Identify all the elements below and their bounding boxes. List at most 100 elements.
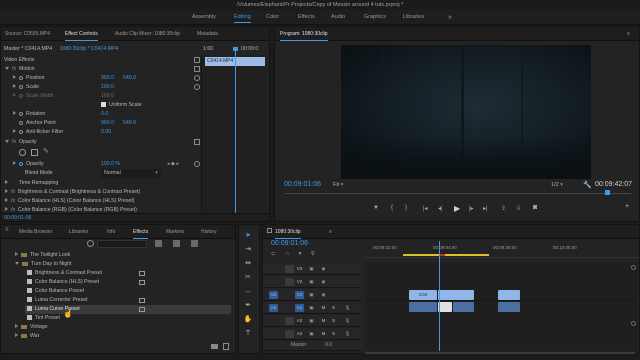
workspace-editing[interactable]: Editing <box>234 10 251 25</box>
video-clip[interactable] <box>498 290 520 300</box>
reset-scale-icon[interactable] <box>194 84 200 90</box>
program-panel-menu[interactable]: ≡ <box>627 27 630 41</box>
step-back-icon[interactable]: ◂| <box>438 205 443 212</box>
sync-lock-icon[interactable]: ▣ <box>307 330 316 338</box>
mute-button[interactable]: M <box>319 330 328 338</box>
type-tool-icon[interactable]: T <box>243 329 253 339</box>
go-to-out-icon[interactable]: ▸| <box>483 205 488 212</box>
go-to-in-icon[interactable]: |◂ <box>423 205 428 212</box>
eye-icon[interactable]: ◉ <box>319 265 328 273</box>
effects-preset-tint[interactable]: Tint Preset <box>27 314 227 323</box>
uniform-scale-row[interactable]: Uniform Scale <box>101 101 142 110</box>
track-name-v1[interactable]: V1 <box>295 291 304 299</box>
workspace-assembly[interactable]: Assembly <box>192 10 216 25</box>
track-name-a1[interactable]: A1 <box>295 304 304 312</box>
tab-audio-clip-mixer[interactable]: Audio Clip Mixer: 1080:30clip <box>115 27 180 41</box>
microphone-icon[interactable]: 🎙 <box>343 317 352 325</box>
tab-libraries[interactable]: Libraries <box>69 225 88 239</box>
workspace-audio[interactable]: Audio <box>331 10 345 25</box>
timeline-ruler[interactable]: 00:08:32:00 00:09:04:00 00:09:36:00 00:1… <box>365 240 639 258</box>
wrench-icon[interactable]: 🔧 <box>583 181 592 189</box>
reset-opacity-icon[interactable] <box>194 139 200 145</box>
track-target-v2[interactable] <box>285 278 294 286</box>
panel-menu-icon[interactable]: ≡ <box>5 227 9 233</box>
audio-clip[interactable] <box>453 302 474 312</box>
brightness-contrast-row[interactable]: fx Brightness & Contrast (Brightness & Co… <box>5 188 140 197</box>
pen-tool-icon[interactable]: ✒ <box>243 301 253 311</box>
effects-folder-twilight[interactable]: The Twilight Look <box>15 251 225 260</box>
horizontal-scrollbar[interactable] <box>365 352 635 354</box>
reset-opacity-value-icon[interactable] <box>194 161 200 167</box>
workspace-libraries[interactable]: Libraries <box>403 10 424 25</box>
sync-lock-icon[interactable]: ▣ <box>307 265 316 273</box>
timeline-playhead[interactable] <box>439 241 440 351</box>
sync-lock-icon[interactable]: ▣ <box>307 304 316 312</box>
blend-mode-dropdown[interactable]: Normal ▾ <box>101 169 161 178</box>
export-frame-icon[interactable]: ◙ <box>533 204 537 211</box>
32bit-effects-icon[interactable] <box>173 240 180 247</box>
tab-effects[interactable]: Effects <box>133 225 149 239</box>
tab-sequence[interactable]: 1080:30clip <box>275 225 301 239</box>
vertical-zoom-handle[interactable] <box>631 265 636 270</box>
tab-program[interactable]: Program: 1080:30clip <box>280 27 328 41</box>
eye-icon[interactable]: ◉ <box>319 278 328 286</box>
new-bin-icon[interactable] <box>211 344 218 349</box>
effects-folder-vintage[interactable]: Vintage <box>15 323 225 332</box>
keyframe-nav-icons[interactable]: ◂ ◆ ▸ <box>167 160 179 169</box>
step-forward-icon[interactable]: |▸ <box>469 205 474 212</box>
razor-tool-icon[interactable]: ✂ <box>243 273 253 283</box>
effects-preset-luma-curve[interactable]: Luma Curve Preset <box>25 305 231 314</box>
solo-button[interactable]: S <box>329 304 338 312</box>
play-icon[interactable]: ▶ <box>454 204 460 213</box>
tab-info[interactable]: Info <box>107 225 115 239</box>
video-preview[interactable] <box>341 45 591 179</box>
audio-clip[interactable] <box>498 302 520 312</box>
delete-icon[interactable] <box>223 343 229 350</box>
search-icon[interactable] <box>87 240 94 247</box>
effect-controls-timecode[interactable]: 00:09:01:06 <box>4 214 31 222</box>
video-clip[interactable] <box>438 290 474 300</box>
close-sequence-icon[interactable] <box>267 228 272 233</box>
resolution-dropdown[interactable]: 1/2 ▾ <box>551 182 563 188</box>
selection-tool-icon[interactable]: ➤ <box>243 231 253 241</box>
tab-markers[interactable]: Markers <box>166 225 184 239</box>
mark-out-icon[interactable]: } <box>405 205 407 211</box>
effects-preset-color-balance[interactable]: Color Balance Preset <box>27 287 227 296</box>
track-target-a2[interactable] <box>285 317 294 325</box>
sync-lock-icon[interactable]: ▣ <box>307 291 316 299</box>
filter-icon[interactable] <box>194 57 200 63</box>
fit-dropdown[interactable]: Fit ▾ <box>333 182 343 188</box>
effects-preset-brightness-contrast[interactable]: Brightness & Contrast Preset <box>27 269 227 278</box>
tab-history[interactable]: History <box>201 225 217 239</box>
program-scrubber[interactable] <box>285 193 631 194</box>
tab-source[interactable]: Source: C0595.MP4 <box>5 27 50 41</box>
sync-lock-icon[interactable]: ▣ <box>307 317 316 325</box>
audio-clip-selected[interactable] <box>438 302 452 312</box>
effects-preset-luma-corrector[interactable]: Luma Corrector Preset <box>27 296 227 305</box>
scale-value[interactable]: 100.0 <box>101 83 114 92</box>
effects-folder-war[interactable]: War <box>15 332 225 341</box>
timeline-panel-menu[interactable]: ≡ <box>329 225 332 239</box>
effects-preset-color-balance-hls[interactable]: Color Balance (HLS) Preset <box>27 278 227 287</box>
effects-search-input[interactable] <box>97 240 147 248</box>
tab-metadata[interactable]: Metadata <box>197 27 218 41</box>
reset-position-icon[interactable] <box>194 75 200 81</box>
anchor-x-value[interactable]: 960.0 <box>101 119 114 128</box>
tab-media-browser[interactable]: Media Browser <box>19 225 52 239</box>
program-timecode[interactable]: 00:09:01:06 <box>284 181 321 188</box>
effects-folder-day-to-night[interactable]: Turn Day to Night <box>15 260 225 269</box>
anchor-y-value[interactable]: 540.0 <box>123 119 136 128</box>
vertical-zoom-handle[interactable] <box>631 321 636 326</box>
time-remapping-row[interactable]: Time Remapping <box>5 179 58 188</box>
mute-button[interactable]: M <box>319 317 328 325</box>
workspaces-overflow-button[interactable]: » <box>448 10 452 25</box>
microphone-icon[interactable]: 🎙 <box>343 330 352 338</box>
timeline-tracks-area[interactable]: C04 <box>365 241 637 351</box>
track-target-v3[interactable] <box>285 265 294 273</box>
opacity-section[interactable]: fx Opacity <box>5 138 37 147</box>
timeline-timecode[interactable]: 00:09:01:06 <box>271 240 308 247</box>
motion-section[interactable]: fx Motion <box>5 65 35 74</box>
program-playhead[interactable] <box>605 190 610 195</box>
rotation-value[interactable]: 0.0 <box>101 110 108 119</box>
microphone-icon[interactable]: 🎙 <box>343 304 352 312</box>
